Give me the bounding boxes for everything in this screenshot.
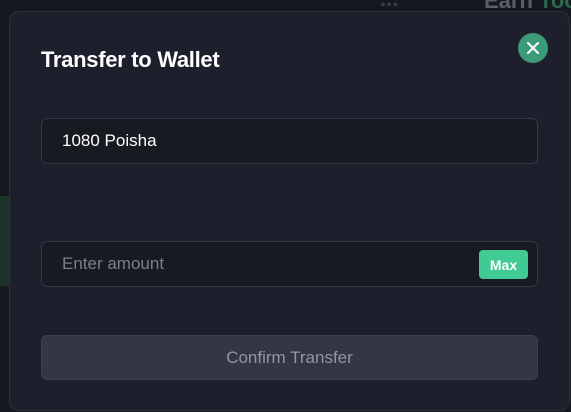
balance-display: 1080 Poisha xyxy=(41,118,538,164)
confirm-transfer-button[interactable]: Confirm Transfer xyxy=(41,335,538,380)
amount-field: Max xyxy=(41,241,538,287)
close-icon xyxy=(527,42,539,54)
modal-title: Transfer to Wallet xyxy=(41,47,220,72)
max-button[interactable]: Max xyxy=(479,250,528,279)
amount-input[interactable] xyxy=(42,242,472,286)
balance-value: 1080 Poisha xyxy=(62,131,157,150)
close-button[interactable] xyxy=(518,33,548,63)
transfer-modal: Transfer to Wallet 1080 Poisha Max Confi… xyxy=(9,11,570,411)
